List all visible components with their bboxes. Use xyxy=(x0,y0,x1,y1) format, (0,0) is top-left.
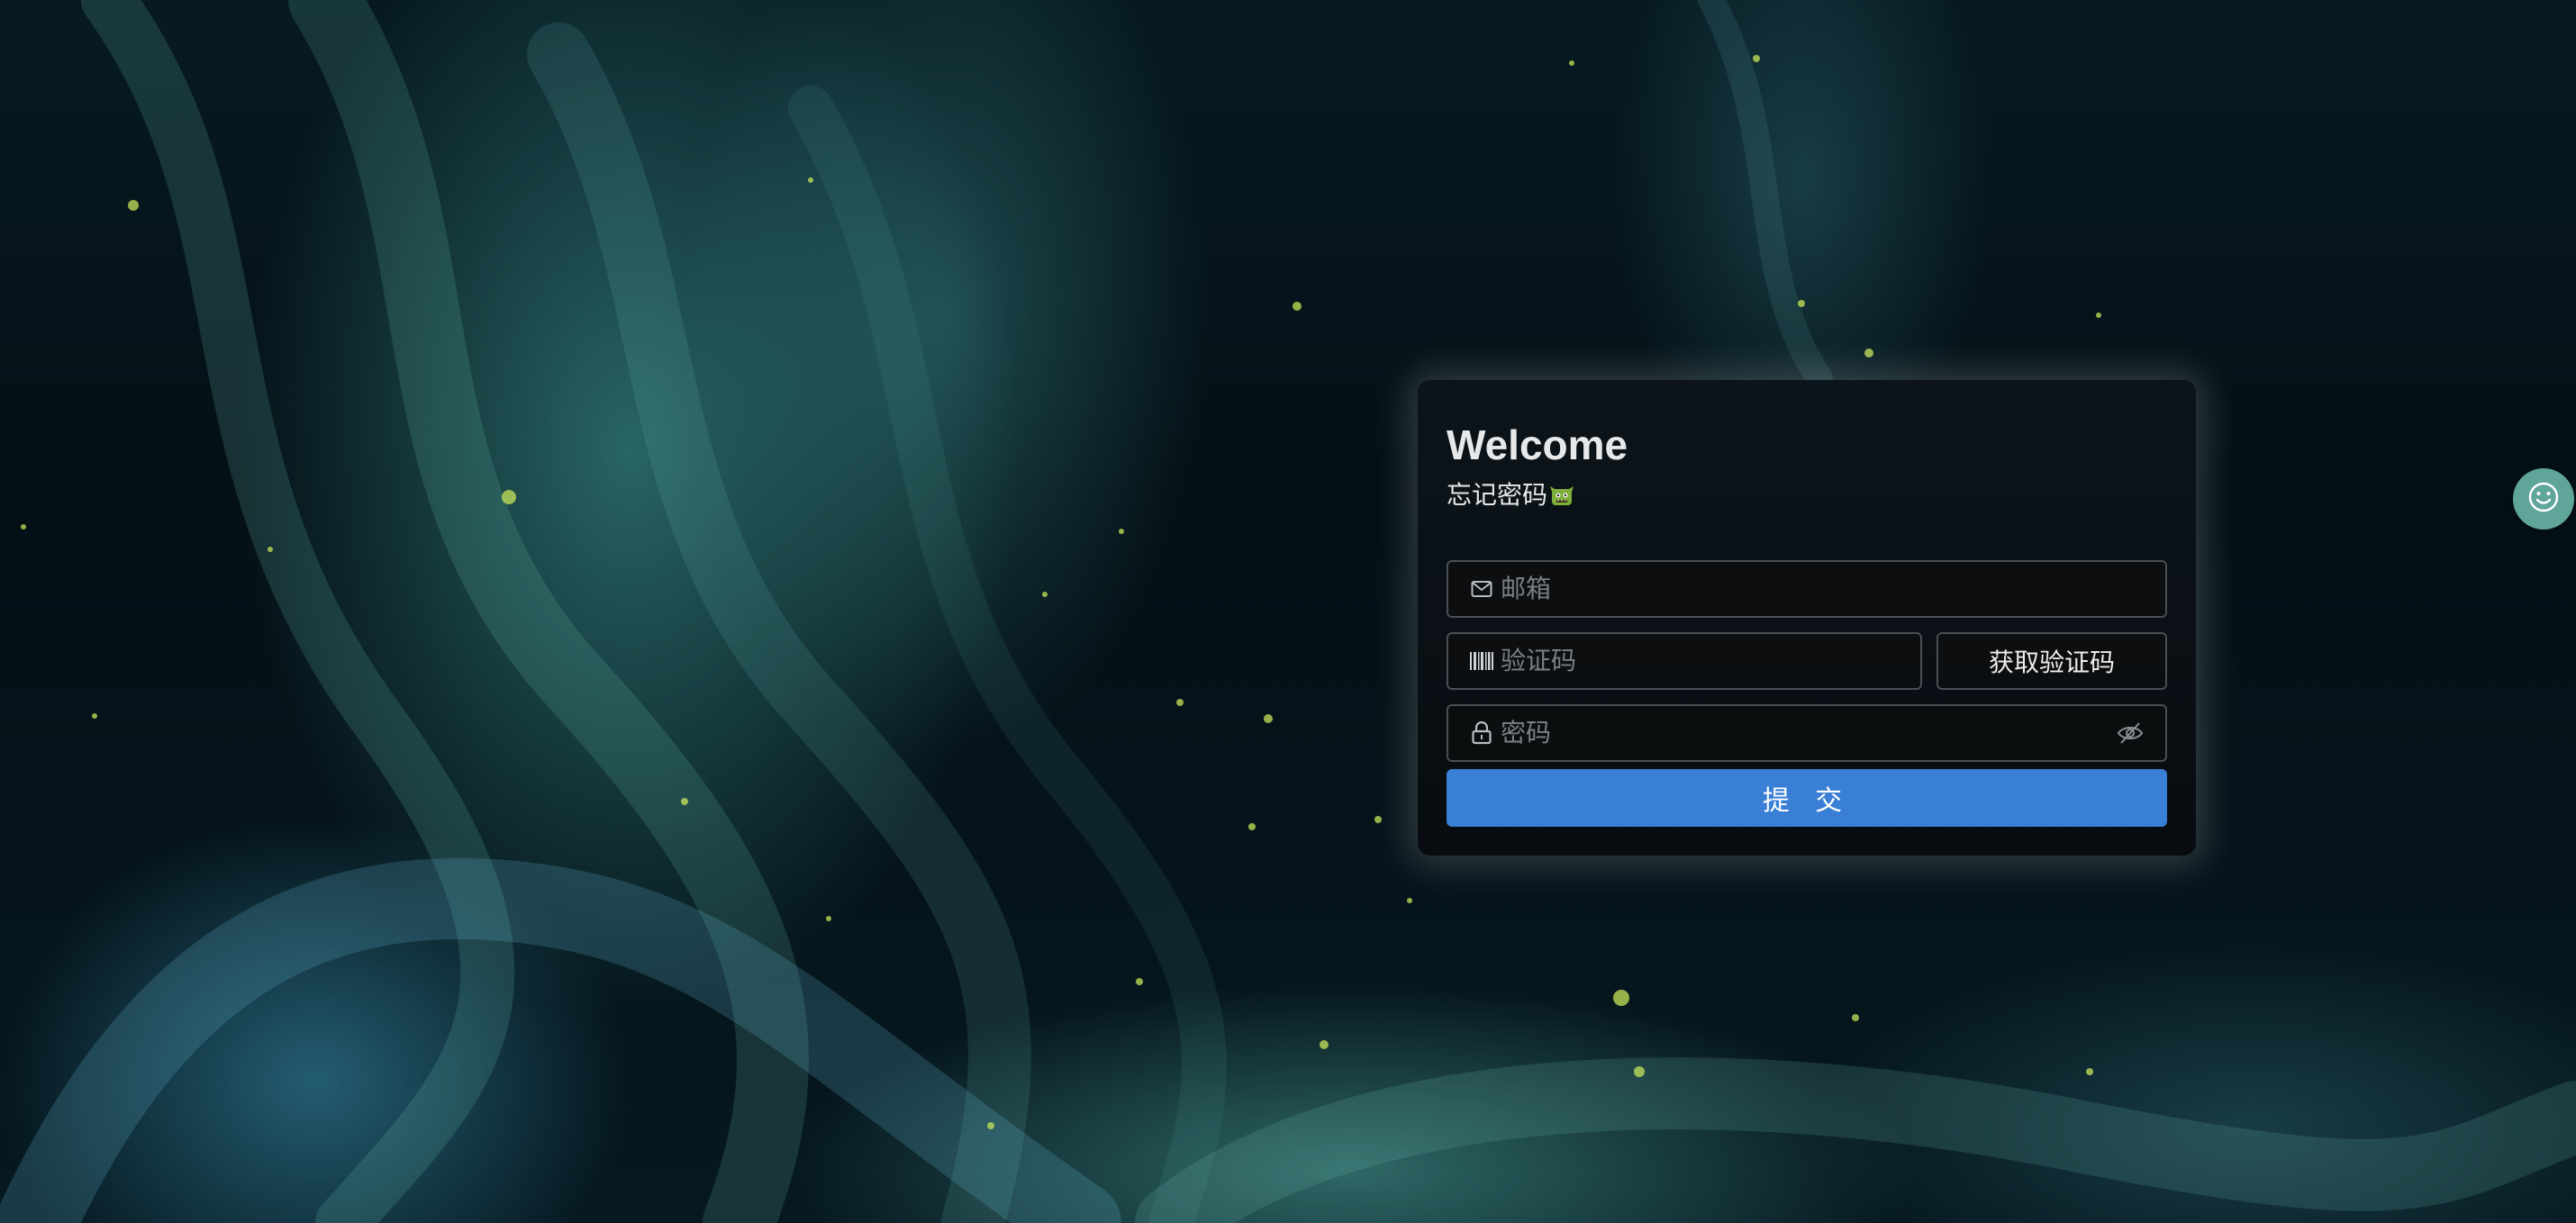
code-input[interactable] xyxy=(1501,634,1920,688)
mail-icon xyxy=(1468,575,1495,602)
email-input[interactable] xyxy=(1501,562,2165,616)
welcome-title: Welcome xyxy=(1447,421,1628,468)
code-field[interactable] xyxy=(1447,632,1922,690)
password-input[interactable] xyxy=(1501,706,2115,760)
smile-icon xyxy=(2526,480,2561,519)
barcode-icon xyxy=(1468,648,1495,675)
email-field[interactable] xyxy=(1447,560,2167,618)
password-field[interactable] xyxy=(1447,704,2167,762)
forgot-password-link[interactable]: 忘记密码 xyxy=(1447,477,2167,513)
login-card: Welcome 忘记密码 邮箱 验证码 获取验证码 提 交 xyxy=(1418,380,2196,856)
eye-off-icon[interactable] xyxy=(2115,718,2145,748)
submit-button[interactable]: 提 交 xyxy=(1447,769,2167,827)
monster-emoji-icon xyxy=(1549,483,1574,508)
floating-action-button[interactable] xyxy=(2513,468,2574,530)
forgot-password-label: 忘记密码 xyxy=(1447,481,1548,509)
get-code-button[interactable]: 获取验证码 xyxy=(1937,632,2167,690)
lock-icon xyxy=(1468,720,1495,747)
